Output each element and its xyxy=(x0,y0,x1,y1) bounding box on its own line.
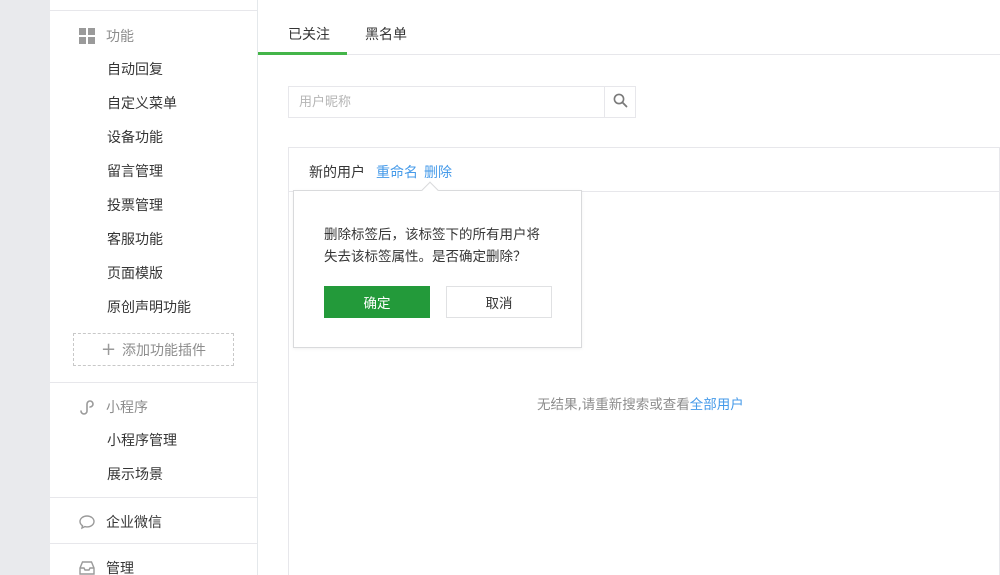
sidebar-divider xyxy=(50,382,257,383)
sidebar-item-miniprogram-manage[interactable]: 小程序管理 xyxy=(107,431,177,451)
add-plugin-label: 添加功能插件 xyxy=(122,342,207,359)
sidebar-item-display-scenes[interactable]: 展示场景 xyxy=(107,465,163,485)
rename-tag-link[interactable]: 重命名 xyxy=(376,162,418,182)
delete-confirm-line-1: 删除标签后，该标签下的所有用户将 xyxy=(324,227,540,243)
sidebar-item-votes[interactable]: 投票管理 xyxy=(107,196,163,216)
sidebar-item-customer-service[interactable]: 客服功能 xyxy=(107,230,163,250)
tab-bar: 已关注 黑名单 xyxy=(258,0,1000,55)
empty-result-message: 无结果,请重新搜索或查看全部用户 xyxy=(537,393,744,413)
sidebar-item-device[interactable]: 设备功能 xyxy=(107,128,163,148)
sidebar-divider xyxy=(50,497,257,498)
delete-tag-link[interactable]: 删除 xyxy=(424,162,452,182)
sidebar-group-manage-label: 管理 xyxy=(106,561,134,575)
chat-bubble-icon xyxy=(78,513,96,531)
plus-icon: + xyxy=(100,338,117,360)
tag-header: 新的用户 重命名 删除 xyxy=(289,148,999,192)
sidebar-group-manage[interactable]: 管理 xyxy=(78,558,134,575)
sidebar-group-miniprogram: 小程序 xyxy=(78,397,148,417)
sidebar-group-features-label: 功能 xyxy=(106,29,134,45)
delete-confirm-popover: 删除标签后，该标签下的所有用户将 失去该标签属性。是否确定删除？ 确定 取消 xyxy=(293,181,582,348)
active-tab-indicator xyxy=(258,52,347,55)
tab-followed[interactable]: 已关注 xyxy=(288,24,330,44)
tag-name: 新的用户 xyxy=(309,165,365,181)
sidebar-item-wework-label: 企业微信 xyxy=(106,515,162,531)
all-users-link[interactable]: 全部用户 xyxy=(690,397,744,413)
grid-icon xyxy=(78,27,96,45)
tab-blacklist[interactable]: 黑名单 xyxy=(365,24,407,44)
user-search xyxy=(288,86,636,118)
sidebar-item-page-templates[interactable]: 页面模版 xyxy=(107,264,163,284)
delete-confirm-message: 删除标签后，该标签下的所有用户将 失去该标签属性。是否确定删除？ xyxy=(324,224,564,268)
inbox-icon xyxy=(78,559,96,575)
cancel-button[interactable]: 取消 xyxy=(446,286,552,318)
search-input[interactable] xyxy=(289,87,604,117)
sidebar-group-features: 功能 xyxy=(78,26,134,46)
sidebar-item-auto-reply[interactable]: 自动回复 xyxy=(107,60,163,80)
sidebar: 功能 自动回复 自定义菜单 设备功能 留言管理 投票管理 客服功能 页面模版 原… xyxy=(50,0,258,575)
sidebar-item-comments[interactable]: 留言管理 xyxy=(107,162,163,182)
sidebar-item-wework[interactable]: 企业微信 xyxy=(78,512,162,532)
search-icon xyxy=(613,93,628,112)
sidebar-divider xyxy=(50,543,257,544)
sidebar-item-original-declaration[interactable]: 原创声明功能 xyxy=(107,298,191,318)
sidebar-group-miniprogram-label: 小程序 xyxy=(106,400,148,416)
miniprogram-icon xyxy=(78,398,96,416)
sidebar-top-divider xyxy=(50,10,257,11)
left-gutter xyxy=(0,0,50,575)
search-button[interactable] xyxy=(604,87,635,117)
delete-confirm-line-2: 失去该标签属性。是否确定删除？ xyxy=(324,249,527,265)
add-plugin-button[interactable]: + 添加功能插件 xyxy=(73,333,234,366)
confirm-button[interactable]: 确定 xyxy=(324,286,430,318)
empty-result-text: 无结果,请重新搜索或查看 xyxy=(537,397,690,413)
sidebar-item-custom-menu[interactable]: 自定义菜单 xyxy=(107,94,177,114)
